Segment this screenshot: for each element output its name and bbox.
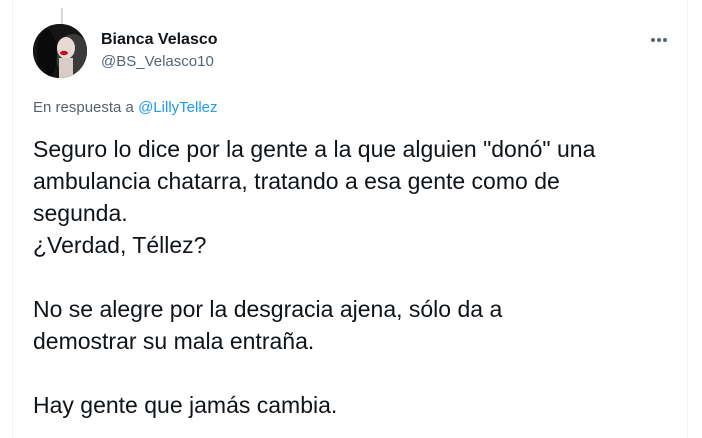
tweet-line: demostrar su mala entraña.	[33, 328, 315, 354]
reply-prefix: En respuesta a	[33, 99, 134, 116]
more-options-button[interactable]	[645, 26, 673, 54]
reply-context: En respuesta a @LillyTellez	[33, 99, 218, 116]
tweet-line: segunda.	[33, 200, 128, 226]
more-horizontal-icon	[651, 38, 667, 42]
tweet-text: Seguro lo dice por la gente a la que alg…	[33, 133, 673, 421]
author-handle[interactable]: @BS_Velasco10	[101, 53, 214, 70]
avatar[interactable]	[33, 24, 87, 78]
reply-mention-link[interactable]: @LillyTellez	[138, 99, 217, 116]
tweet-line: Hay gente que jamás cambia.	[33, 392, 338, 418]
thread-connector-line	[61, 8, 63, 24]
tweet-line: ambulancia chatarra, tratando a esa gent…	[33, 168, 560, 194]
tweet-line: No se alegre por la desgracia ajena, sól…	[33, 296, 503, 322]
author-name[interactable]: Bianca Velasco	[101, 31, 218, 49]
tweet-card[interactable]: Bianca Velasco @BS_Velasco10 En respuest…	[12, 0, 688, 438]
tweet-line: Seguro lo dice por la gente a la que alg…	[33, 136, 596, 162]
tweet-line: ¿Verdad, Téllez?	[33, 232, 207, 258]
avatar-photo-icon	[33, 24, 87, 78]
